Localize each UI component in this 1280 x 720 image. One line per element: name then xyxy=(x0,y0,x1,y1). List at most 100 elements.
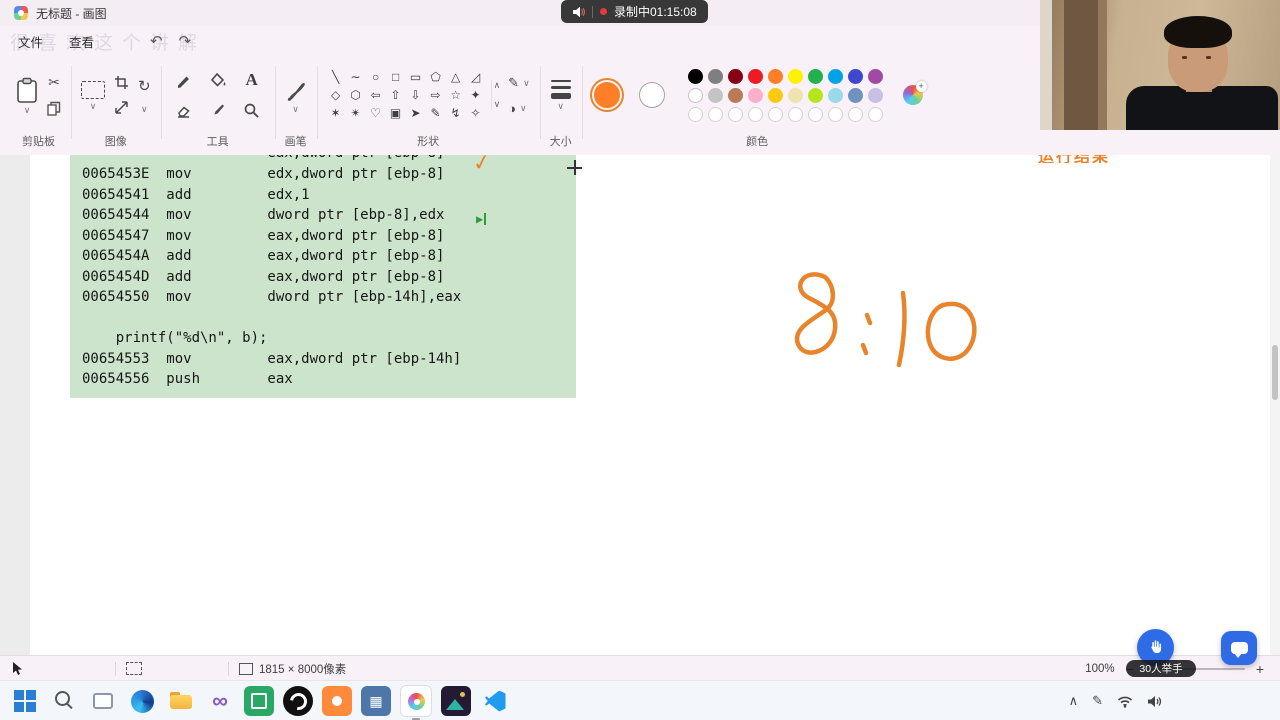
shape-option[interactable]: ↯ xyxy=(447,105,465,122)
shape-option[interactable]: ⇨ xyxy=(427,87,445,104)
shape-option[interactable]: ◿ xyxy=(467,69,485,86)
fill-tool[interactable] xyxy=(209,72,227,89)
color-swatch[interactable] xyxy=(747,69,763,84)
shapes-scroll-up[interactable]: ∧ xyxy=(494,80,501,91)
text-tool[interactable]: A xyxy=(245,70,257,90)
color1-swatch[interactable] xyxy=(591,80,622,110)
color-swatch[interactable] xyxy=(767,69,783,84)
color-swatch[interactable] xyxy=(747,88,763,103)
rotate-button[interactable]: ↻ xyxy=(138,77,151,95)
shape-option[interactable]: ○ xyxy=(367,69,385,86)
color-swatch[interactable] xyxy=(707,88,723,103)
vertical-scrollbar[interactable] xyxy=(1270,155,1280,655)
shape-outline-button[interactable]: ✎ ∨ xyxy=(508,75,530,91)
shape-option[interactable]: ☆ xyxy=(447,87,465,104)
shape-option[interactable]: ⬠ xyxy=(427,69,445,86)
color-swatch[interactable] xyxy=(787,69,803,84)
color2-swatch[interactable] xyxy=(638,82,665,108)
menu-file[interactable]: 文件 xyxy=(18,32,43,51)
color-swatch[interactable] xyxy=(687,107,703,122)
shape-option[interactable]: ◇ xyxy=(327,87,345,104)
shape-option[interactable]: ▭ xyxy=(407,69,425,86)
select-button[interactable]: ∨ xyxy=(81,80,105,110)
paint-icon[interactable] xyxy=(400,685,432,720)
start-icon[interactable] xyxy=(10,686,40,716)
shape-option[interactable]: ✧ xyxy=(467,105,485,122)
file-explorer-icon[interactable] xyxy=(166,686,196,716)
zoom-in-button[interactable]: + xyxy=(1256,661,1264,677)
color-swatch[interactable] xyxy=(827,69,843,84)
wifi-icon[interactable] xyxy=(1117,695,1133,708)
shape-option[interactable]: ▣ xyxy=(387,105,405,122)
shapes-scroll-down[interactable]: ∨ xyxy=(494,99,501,110)
redo-icon[interactable]: ↷ xyxy=(179,32,192,50)
scrollbar-thumb[interactable] xyxy=(1272,345,1278,400)
crop-button[interactable] xyxy=(114,75,129,90)
edit-colors-button[interactable]: + xyxy=(902,81,927,105)
color-swatch[interactable] xyxy=(727,88,743,103)
shape-option[interactable]: ⬡ xyxy=(347,87,365,104)
resize-button[interactable] xyxy=(114,100,129,115)
calculator-icon[interactable] xyxy=(361,686,391,716)
color-swatch[interactable] xyxy=(827,107,843,122)
size-button[interactable]: ∨ xyxy=(550,80,571,111)
shape-option[interactable]: □ xyxy=(387,69,405,86)
color-swatch[interactable] xyxy=(807,88,823,103)
color-swatch[interactable] xyxy=(687,69,703,84)
visual-studio-icon[interactable] xyxy=(205,686,235,716)
pencil-tool[interactable] xyxy=(175,72,192,89)
color-swatch[interactable] xyxy=(707,69,723,84)
color-swatch[interactable] xyxy=(807,69,823,84)
menu-view[interactable]: 查看 xyxy=(69,32,94,51)
shape-option[interactable]: △ xyxy=(447,69,465,86)
shape-fill-button[interactable]: ◑ ∨ xyxy=(508,101,530,116)
color-swatch[interactable] xyxy=(867,88,883,103)
green-app-icon[interactable] xyxy=(244,686,274,716)
shape-option[interactable]: ✎ xyxy=(427,105,445,122)
color-swatch[interactable] xyxy=(727,107,743,122)
brushes-button[interactable]: ∨ xyxy=(285,78,307,113)
color-swatch[interactable] xyxy=(847,69,863,84)
orange-app-icon[interactable] xyxy=(322,686,352,716)
color-swatch[interactable] xyxy=(847,107,863,122)
shape-option[interactable]: ♡ xyxy=(367,105,385,122)
cut-button[interactable]: ✂ xyxy=(48,74,60,91)
task-view-icon[interactable] xyxy=(88,686,118,716)
volume-icon[interactable] xyxy=(1147,695,1162,708)
color-swatch[interactable] xyxy=(787,107,803,122)
color-picker-tool[interactable] xyxy=(210,102,226,118)
color-swatch[interactable] xyxy=(867,69,883,84)
color-swatch[interactable] xyxy=(787,88,803,103)
magnifier-tool[interactable] xyxy=(243,102,260,119)
color-swatch[interactable] xyxy=(807,107,823,122)
color-swatch[interactable] xyxy=(687,88,703,103)
color-swatch[interactable] xyxy=(767,88,783,103)
color-swatch[interactable] xyxy=(767,107,783,122)
shape-option[interactable]: ✦ xyxy=(467,87,485,104)
tray-chevron-up-icon[interactable]: ∧ xyxy=(1069,693,1079,709)
edge-icon[interactable] xyxy=(127,686,157,716)
shape-option[interactable]: ➤ xyxy=(407,105,425,122)
photos-icon[interactable] xyxy=(441,686,471,716)
color-swatch[interactable] xyxy=(847,88,863,103)
eraser-tool[interactable] xyxy=(175,102,192,118)
shape-option[interactable]: ⇩ xyxy=(407,87,425,104)
recording-pill[interactable]: 录制中01:15:08 xyxy=(561,0,708,23)
vscode-icon[interactable] xyxy=(480,686,510,716)
shape-option[interactable]: ∼ xyxy=(347,69,365,86)
tray-pen-icon[interactable]: ✎ xyxy=(1092,693,1103,709)
shape-option[interactable]: ╲ xyxy=(327,69,345,86)
color-swatch[interactable] xyxy=(867,107,883,122)
color-swatch[interactable] xyxy=(727,69,743,84)
color-swatch[interactable] xyxy=(707,107,723,122)
drawing-canvas[interactable]: eax,dword ptr [ebp-8] 0065453E mov edx,d… xyxy=(30,146,1270,655)
shape-option[interactable]: ⇧ xyxy=(387,87,405,104)
undo-icon[interactable]: ↶ xyxy=(150,32,163,50)
shape-option[interactable]: ✴ xyxy=(347,105,365,122)
paste-button[interactable]: ∨ xyxy=(16,77,38,114)
raise-hand-count-badge[interactable]: 30人举手 xyxy=(1126,660,1196,677)
shape-option[interactable]: ⇦ xyxy=(367,87,385,104)
color-swatch[interactable] xyxy=(827,88,843,103)
copy-button[interactable] xyxy=(47,101,61,116)
color-swatch[interactable] xyxy=(747,107,763,122)
